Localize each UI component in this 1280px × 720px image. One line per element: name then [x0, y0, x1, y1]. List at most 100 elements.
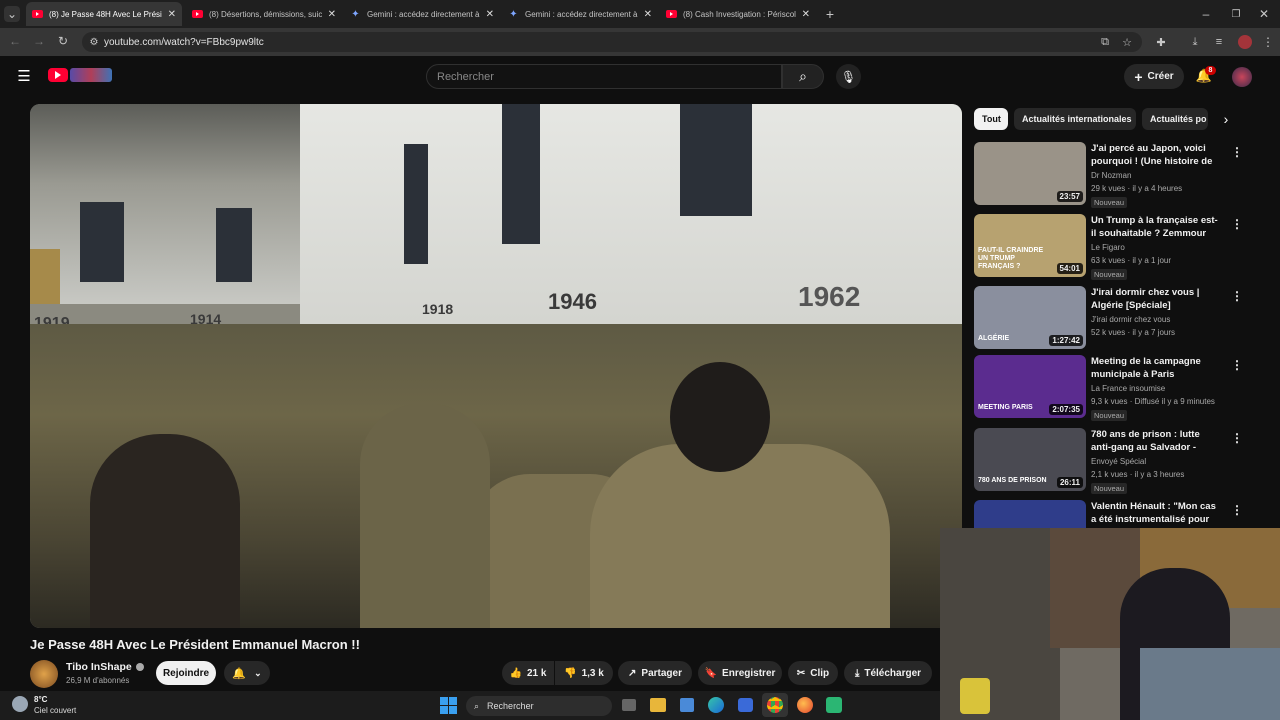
video-title[interactable]: Valentin Hénault : "Mon cas a été instru… — [1091, 500, 1219, 526]
chevron-right-icon[interactable]: › — [1218, 110, 1234, 128]
account-avatar[interactable] — [1232, 67, 1252, 87]
download-button[interactable]: ⤓ Télécharger — [844, 661, 932, 685]
like-button[interactable]: 👍 21 k — [502, 661, 554, 685]
weather-temp[interactable]: 8°C — [34, 695, 47, 704]
chip-international-news[interactable]: Actualités internationales — [1014, 108, 1136, 130]
channel-name[interactable]: Tibo InShape — [66, 661, 132, 673]
browser-tab[interactable]: ✦ Gemini : accédez directement à ✕ — [344, 2, 500, 26]
more-options-icon[interactable]: ⋮ — [1231, 503, 1243, 517]
channel-name[interactable]: J'irai dormir chez vous — [1091, 315, 1170, 324]
weather-text[interactable]: Ciel couvert — [34, 706, 76, 715]
more-options-icon[interactable]: ⋮ — [1231, 358, 1243, 372]
tab-close-icon[interactable]: ✕ — [168, 9, 176, 20]
app-icon[interactable] — [826, 697, 842, 713]
share-button[interactable]: ↗ Partager — [618, 661, 692, 685]
tab-title: Gemini : accédez directement à — [367, 9, 480, 19]
video-thumbnail[interactable]: FAUT-IL CRAINDRE UN TRUMP FRANÇAIS ? 54:0… — [974, 214, 1086, 277]
profile-avatar[interactable] — [1238, 35, 1252, 49]
channel-name-row[interactable]: Tibo InShape — [66, 661, 144, 673]
search-icon: ⌕ — [474, 700, 480, 711]
video-meta: 29 k vues · il y a 4 heures — [1091, 184, 1183, 193]
join-button[interactable]: Rejoindre — [156, 661, 216, 685]
browser-tab[interactable]: (8) Désertions, démissions, suic ✕ — [186, 2, 342, 26]
recommended-video[interactable]: MEETING PARIS 2:07:35 Meeting de la campag… — [974, 355, 1243, 421]
video-thumbnail[interactable]: 23:57 — [974, 142, 1086, 205]
channel-name[interactable]: Le Figaro — [1091, 243, 1125, 252]
recommended-video[interactable]: FAUT-IL CRAINDRE UN TRUMP FRANÇAIS ? 54:0… — [974, 214, 1243, 280]
channel-avatar[interactable] — [30, 660, 58, 688]
minimize-button[interactable]: – — [1198, 6, 1214, 22]
taskbar-search-label: Rechercher — [487, 701, 534, 711]
task-view-icon[interactable] — [622, 699, 636, 711]
video-title[interactable]: Meeting de la campagne municipale à Pari… — [1091, 355, 1219, 381]
firefox-icon[interactable] — [797, 697, 813, 713]
video-thumbnail[interactable]: ALGÉRIE 1:27:42 — [974, 286, 1086, 349]
browser-tab[interactable]: ✦ Gemini : accédez directement à ✕ — [502, 2, 658, 26]
taskbar-search[interactable]: ⌕ Rechercher — [466, 696, 612, 716]
video-title[interactable]: 780 ans de prison : lutte anti-gang au S… — [1091, 428, 1219, 454]
address-bar[interactable]: ⚙ youtube.com/watch?v=FBbc9pw9ltc — [82, 32, 1142, 52]
chrome-taskbar-item[interactable] — [762, 693, 788, 717]
tab-close-icon[interactable]: ✕ — [802, 9, 810, 20]
channel-name[interactable]: Envoyé Spécial — [1091, 457, 1146, 466]
share-label: Partager — [641, 667, 682, 679]
weather-icon[interactable] — [12, 696, 28, 712]
browser-tab[interactable]: (8) Je Passe 48H Avec Le Présid ✕ — [26, 2, 182, 26]
save-button[interactable]: 🔖 Enregistrer — [698, 661, 782, 685]
site-info-icon[interactable]: ⚙ — [88, 35, 100, 49]
tab-close-icon[interactable]: ✕ — [644, 9, 652, 20]
share-icon: ↗ — [628, 667, 637, 679]
more-options-icon[interactable]: ⋮ — [1231, 145, 1243, 159]
recommended-video[interactable]: 23:57 J'ai percé au Japon, voici pourquoi… — [974, 142, 1243, 208]
close-window-button[interactable]: ✕ — [1256, 6, 1272, 22]
video-thumbnail[interactable]: 780 ANS DE PRISON 26:11 — [974, 428, 1086, 491]
hamburger-menu-icon[interactable]: ☰ — [16, 68, 32, 85]
store-icon[interactable] — [738, 698, 753, 712]
window — [502, 104, 540, 244]
more-options-icon[interactable]: ⋮ — [1231, 217, 1243, 231]
channel-name[interactable]: La France insoumise — [1091, 384, 1165, 393]
reload-icon[interactable]: ↻ — [56, 34, 70, 48]
microphone-icon[interactable]: 🎙 — [836, 64, 861, 89]
tab-search-button[interactable]: ⌄ — [4, 6, 20, 22]
back-icon[interactable]: ← — [8, 34, 22, 48]
recommended-video[interactable]: ALGÉRIE 1:27:42 J'irai dormir chez vous | … — [974, 286, 1243, 352]
youtube-doodle[interactable] — [70, 68, 112, 82]
video-title[interactable]: J'irai dormir chez vous | Algérie [Spéci… — [1091, 286, 1219, 312]
media-control-icon[interactable]: ≡ — [1212, 35, 1226, 49]
search-icon[interactable]: ⌕ — [782, 64, 824, 89]
more-options-icon[interactable]: ⋮ — [1231, 431, 1243, 445]
new-tab-button[interactable]: + — [822, 6, 838, 22]
browser-menu-icon[interactable]: ⋮ — [1262, 35, 1274, 49]
youtube-logo[interactable] — [48, 68, 68, 82]
video-player[interactable]: 1919 1914 1918 1946 1962 — [30, 104, 962, 628]
tab-close-icon[interactable]: ✕ — [328, 9, 336, 20]
notifications-button[interactable]: 🔔 ⌄ — [224, 661, 270, 685]
forward-icon[interactable]: → — [32, 34, 46, 48]
edge-icon[interactable] — [708, 697, 724, 713]
browser-tab[interactable]: (8) Cash Investigation : Périscol ✕ — [660, 2, 816, 26]
install-app-icon[interactable]: ⧉ — [1098, 35, 1112, 49]
clip-button[interactable]: ✂ Clip — [788, 661, 838, 685]
video-title[interactable]: J'ai percé au Japon, voici pourquoi ! (U… — [1091, 142, 1219, 168]
windows-start-icon[interactable] — [440, 697, 457, 714]
create-button[interactable]: + Créer — [1124, 64, 1184, 89]
more-options-icon[interactable]: ⋮ — [1231, 289, 1243, 303]
extensions-icon[interactable]: ✚ — [1154, 35, 1168, 49]
file-explorer-icon[interactable] — [650, 698, 666, 712]
video-meta: 52 k vues · il y a 7 jours — [1091, 328, 1176, 337]
recommended-video[interactable]: 780 ANS DE PRISON 26:11 780 ans de prison … — [974, 428, 1243, 494]
downloads-icon[interactable]: ⤓ — [1188, 35, 1202, 49]
dislike-button[interactable]: 👎 1,3 k — [555, 661, 613, 685]
chip-politics[interactable]: Actualités po — [1142, 108, 1208, 130]
webcam-sweater — [1140, 648, 1280, 720]
chip-all[interactable]: Tout — [974, 108, 1008, 130]
maximize-button[interactable]: ❐ — [1228, 6, 1244, 22]
search-input[interactable]: Rechercher — [426, 64, 782, 89]
tab-close-icon[interactable]: ✕ — [486, 9, 494, 20]
mail-icon[interactable] — [680, 698, 694, 712]
bookmark-star-icon[interactable]: ☆ — [1120, 35, 1134, 49]
video-thumbnail[interactable]: MEETING PARIS 2:07:35 — [974, 355, 1086, 418]
video-title[interactable]: Un Trump à la française est-il souhaitab… — [1091, 214, 1219, 240]
channel-name[interactable]: Dr Nozman — [1091, 171, 1131, 180]
